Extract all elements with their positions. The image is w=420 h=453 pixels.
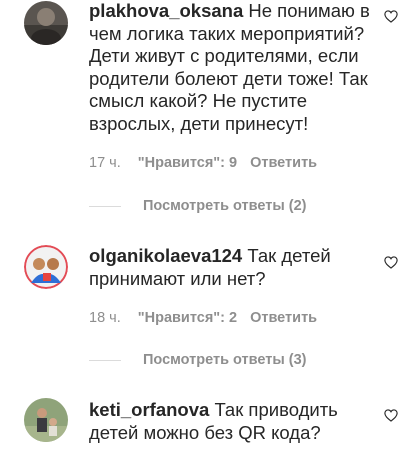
reply-button[interactable]: Ответить <box>250 310 317 326</box>
comment-meta: 18 ч. "Нравится": 2 Ответить <box>89 310 317 326</box>
replies-divider <box>89 359 121 361</box>
comment-timestamp[interactable]: 18 ч. <box>89 310 121 326</box>
heart-outline-icon[interactable] <box>384 10 398 23</box>
comment-timestamp[interactable]: 17 ч. <box>89 155 121 171</box>
view-replies-label: Посмотреть ответы (2) <box>143 198 307 214</box>
view-replies-label: Посмотреть ответы (3) <box>143 352 307 368</box>
view-replies-button[interactable]: Посмотреть ответы (3) <box>89 352 307 368</box>
comment-meta: 17 ч. "Нравится": 9 Ответить <box>89 155 317 171</box>
avatar[interactable] <box>24 398 68 442</box>
avatar[interactable] <box>24 1 68 45</box>
comment-username[interactable]: olganikolaeva124 <box>89 245 242 266</box>
comment-username[interactable]: keti_orfanova <box>89 399 209 420</box>
comment-text-block: keti_orfanova Так приводить детей можно … <box>89 399 374 444</box>
reply-button[interactable]: Ответить <box>250 155 317 171</box>
avatar[interactable] <box>24 245 68 289</box>
comment-text-block: olganikolaeva124 Так детей принимают или… <box>89 245 374 290</box>
view-replies-button[interactable]: Посмотреть ответы (2) <box>89 198 307 214</box>
heart-outline-icon[interactable] <box>384 256 398 269</box>
heart-outline-icon[interactable] <box>384 409 398 422</box>
comment-username[interactable]: plakhova_oksana <box>89 0 243 21</box>
comment-text-block: plakhova_oksana Не понимаю в чем логика … <box>89 0 374 136</box>
comment-likes[interactable]: "Нравится": 2 <box>138 310 237 326</box>
comment-likes[interactable]: "Нравится": 9 <box>138 155 237 171</box>
replies-divider <box>89 205 121 207</box>
